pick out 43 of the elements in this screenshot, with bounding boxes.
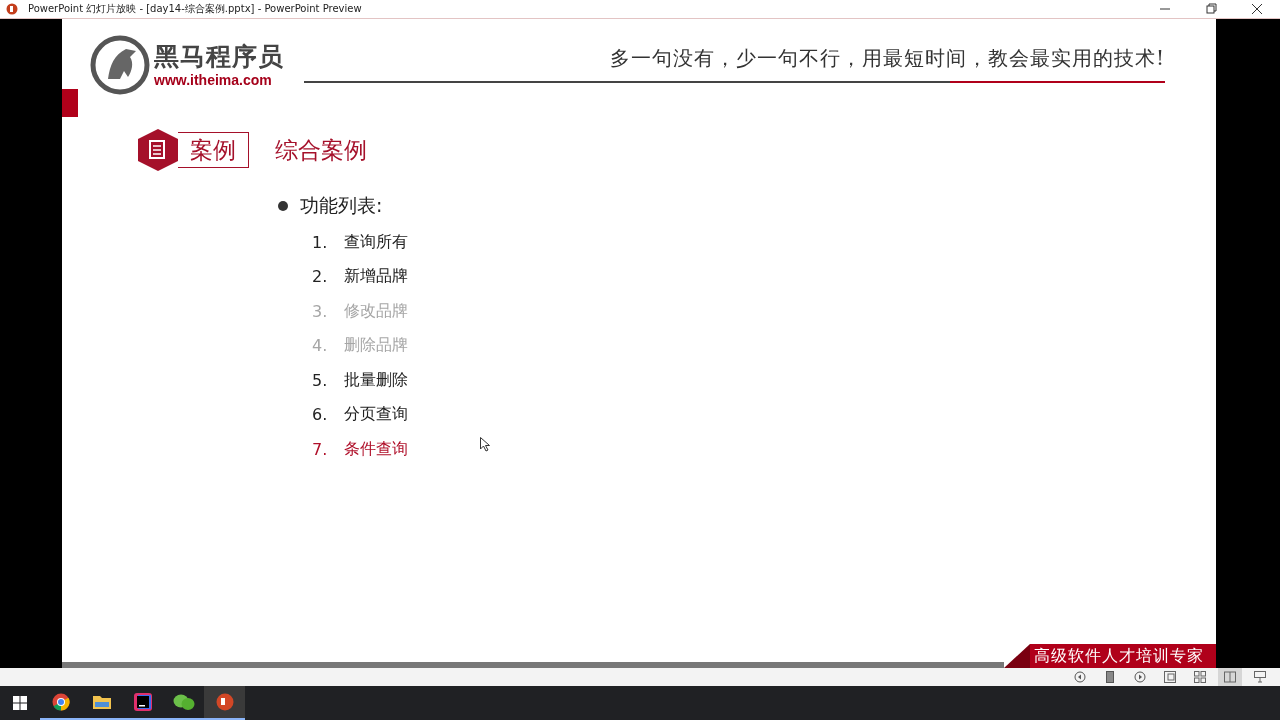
previous-icon [1074,671,1086,683]
document-icon [138,129,178,171]
logo-url: www.itheima.com [154,72,273,88]
ide-icon [133,693,152,711]
list-item: 修改品牌 [344,300,408,322]
view-button[interactable] [1218,668,1242,686]
list-number: 6. [312,405,329,425]
bullet-text: 功能列表: [300,193,383,218]
list-item: 新增品牌 [344,266,408,288]
list-number: 2. [312,267,329,287]
chat-bubbles-icon [172,693,195,711]
app-icon [6,3,18,15]
projector-screen-icon [1254,671,1266,683]
section-tag: 案例 [178,132,249,168]
list-item: 查询所有 [344,231,408,253]
grid-icon [1194,671,1206,683]
mouse-pointer-icon [480,437,490,452]
bullet-icon [278,201,288,211]
presentation-app-icon [215,693,234,711]
horse-logo-icon [90,35,150,95]
list-item: 批量删除 [344,369,408,391]
list-number: 5. [312,370,329,390]
accent-bar [62,89,78,117]
list-item: 条件查询 [344,438,408,460]
logo-name: 黑马程序员 [154,42,284,72]
list-number: 7. [312,439,329,459]
slide-heading: 综合案例 [275,135,367,165]
slogan: 多一句没有，少一句不行，用最短时间，教会最实用的技术! [609,45,1165,72]
taskbar-app-button[interactable] [204,686,245,720]
browser-icon [51,693,70,711]
list-item: 分页查询 [344,404,408,426]
next-icon [1134,671,1146,683]
footer-banner: 高级软件人才培训专家 [1004,644,1216,668]
folder-icon [91,694,112,710]
list-number: 3. [312,301,329,321]
pause-icon [1106,671,1114,683]
windows-icon [13,696,27,710]
normal-view-icon [1164,671,1176,683]
list-number: 1. [312,232,329,252]
window-title: PowerPoint 幻灯片放映 - [day14-综合案例.pptx] - PowerPoint Preview [28,2,363,16]
list-number: 4. [312,336,329,356]
list-item: 删除品牌 [344,335,408,357]
book-icon [1224,671,1236,683]
